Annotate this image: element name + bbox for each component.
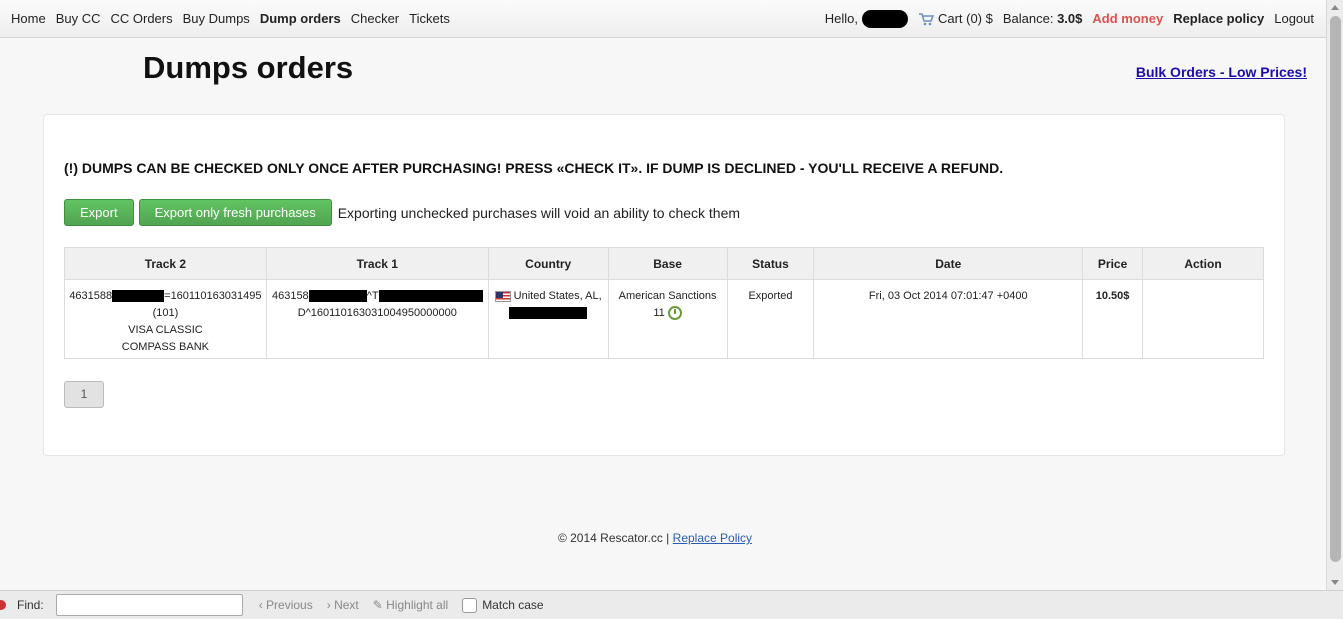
col-base: Base xyxy=(607,247,728,280)
footer-copyright: © 2014 Rescator.cc | xyxy=(557,531,670,545)
cart-icon xyxy=(918,12,934,25)
scroll-thumb[interactable] xyxy=(1330,16,1341,562)
export-button-row: Export Export only fresh purchases Expor… xyxy=(64,199,740,226)
nav-buy-cc[interactable]: Buy CC xyxy=(56,11,101,26)
track2-line: 4631588 =160110163031495 xyxy=(65,288,266,305)
col-price: Price xyxy=(1082,247,1144,280)
track1-mid: ^T xyxy=(366,290,379,302)
cell-status: Exported xyxy=(726,279,815,359)
nav-right: Hello, Cart (0) $ Balance: 3.0$ Add mone… xyxy=(815,9,1314,28)
country-line: United States, AL, xyxy=(489,288,608,305)
bulk-orders-link[interactable]: Bulk Orders - Low Prices! xyxy=(1136,64,1307,80)
card-bank: COMPASS BANK xyxy=(121,341,210,353)
col-track1: Track 1 xyxy=(265,247,489,280)
nav-home[interactable]: Home xyxy=(11,11,46,26)
redacted-track2 xyxy=(112,290,165,303)
nav-tickets[interactable]: Tickets xyxy=(409,11,450,26)
redacted-username xyxy=(861,9,908,28)
add-money-link[interactable]: Add money xyxy=(1092,11,1163,26)
col-track2: Track 2 xyxy=(64,247,267,280)
highlight-all-label: Highlight all xyxy=(386,598,449,612)
orders-panel: (!) DUMPS CAN BE CHECKED ONLY ONCE AFTER… xyxy=(43,114,1285,456)
cart-label: Cart (0) $ xyxy=(937,11,993,26)
cell-track2: 4631588 =160110163031495 (101) VISA CLASS… xyxy=(64,279,267,359)
export-fresh-button[interactable]: Export only fresh purchases xyxy=(138,199,332,226)
us-flag-icon xyxy=(494,290,511,302)
col-country: Country xyxy=(487,247,609,280)
track2-suffix: =160110163031495 xyxy=(164,290,262,302)
cell-action xyxy=(1142,279,1264,359)
track1-line2: D^160110163031004950000000 xyxy=(297,307,457,319)
col-date: Date xyxy=(813,247,1084,280)
table-row: 4631588 =160110163031495 (101) VISA CLASS… xyxy=(64,279,1264,359)
table-header-row: Track 2 Track 1 Country Base Status Date… xyxy=(64,247,1264,280)
find-previous-label: Previous xyxy=(266,598,313,612)
top-navbar: Home Buy CC CC Orders Buy Dumps Dump ord… xyxy=(0,0,1326,38)
balance: Balance: 3.0$ xyxy=(1003,11,1083,26)
track2-prefix: 4631588 xyxy=(69,290,113,302)
clock-icon xyxy=(667,306,682,321)
cell-base: American Sanctions 11 xyxy=(607,279,728,359)
find-input[interactable] xyxy=(55,594,243,616)
col-action: Action xyxy=(1142,247,1264,280)
check-notice: (!) DUMPS CAN BE CHECKED ONLY ONCE AFTER… xyxy=(64,160,1004,176)
greeting: Hello, xyxy=(824,9,908,28)
page-scrollbar[interactable] xyxy=(1326,0,1343,590)
find-next-label: Next xyxy=(334,598,359,612)
redacted-track1-a xyxy=(308,290,367,303)
scroll-up-icon[interactable] xyxy=(1331,5,1339,10)
cart-link[interactable]: Cart (0) $ xyxy=(918,11,993,26)
footer: © 2014 Rescator.cc | Replace Policy xyxy=(0,531,1310,545)
base-number: 11 xyxy=(653,307,665,319)
match-case-checkbox[interactable] xyxy=(462,597,478,613)
redacted-location xyxy=(509,307,588,320)
logout-link[interactable]: Logout xyxy=(1274,11,1314,26)
pagination-page-1[interactable]: 1 xyxy=(64,381,104,408)
nav-left: Home Buy CC CC Orders Buy Dumps Dump ord… xyxy=(11,11,460,26)
match-case-label: Match case xyxy=(482,598,544,612)
find-label: Find: xyxy=(17,598,44,612)
balance-value: 3.0$ xyxy=(1057,11,1083,26)
page-title: Dumps orders xyxy=(143,50,354,85)
base-line1: American Sanctions xyxy=(618,290,717,302)
cell-track1: 463158 ^T D^160110163031004950000000 xyxy=(265,279,489,359)
replace-policy-link[interactable]: Replace policy xyxy=(1173,11,1264,26)
close-icon[interactable] xyxy=(0,600,6,610)
nav-buy-dumps[interactable]: Buy Dumps xyxy=(183,11,250,26)
cell-price: 10.50$ xyxy=(1082,279,1144,359)
orders-table: Track 2 Track 1 Country Base Status Date… xyxy=(64,247,1264,359)
match-case-toggle[interactable]: Match case xyxy=(462,597,544,613)
track1-line: 463158 ^T xyxy=(267,288,488,305)
nav-cc-orders[interactable]: CC Orders xyxy=(110,11,172,26)
redacted-track1-b xyxy=(378,290,483,303)
scroll-down-icon[interactable] xyxy=(1331,580,1339,585)
export-note: Exporting unchecked purchases will void … xyxy=(337,204,741,221)
footer-replace-policy-link[interactable]: Replace Policy xyxy=(673,531,752,545)
track2-code: (101) xyxy=(152,307,179,319)
greeting-text: Hello, xyxy=(824,11,858,26)
cell-date: Fri, 03 Oct 2014 07:01:47 +0400 xyxy=(813,279,1084,359)
track1-prefix: 463158 xyxy=(271,290,309,302)
export-button[interactable]: Export xyxy=(64,199,134,226)
country-text: United States, AL, xyxy=(513,290,602,302)
find-bar: Find: ‹ Previous › Next ✎ Highlight all … xyxy=(0,590,1343,619)
cell-country: United States, AL, xyxy=(487,279,609,359)
col-status: Status xyxy=(726,247,815,280)
nav-checker[interactable]: Checker xyxy=(351,11,399,26)
country-line2 xyxy=(489,305,608,322)
find-previous-button[interactable]: ‹ Previous xyxy=(259,598,313,612)
base-line2: 11 xyxy=(609,305,727,322)
highlight-all-button[interactable]: ✎ Highlight all xyxy=(373,598,448,612)
card-type: VISA CLASSIC xyxy=(128,324,203,336)
find-next-button[interactable]: › Next xyxy=(327,598,359,612)
nav-dump-orders[interactable]: Dump orders xyxy=(260,11,341,26)
balance-label: Balance: xyxy=(1002,11,1054,26)
